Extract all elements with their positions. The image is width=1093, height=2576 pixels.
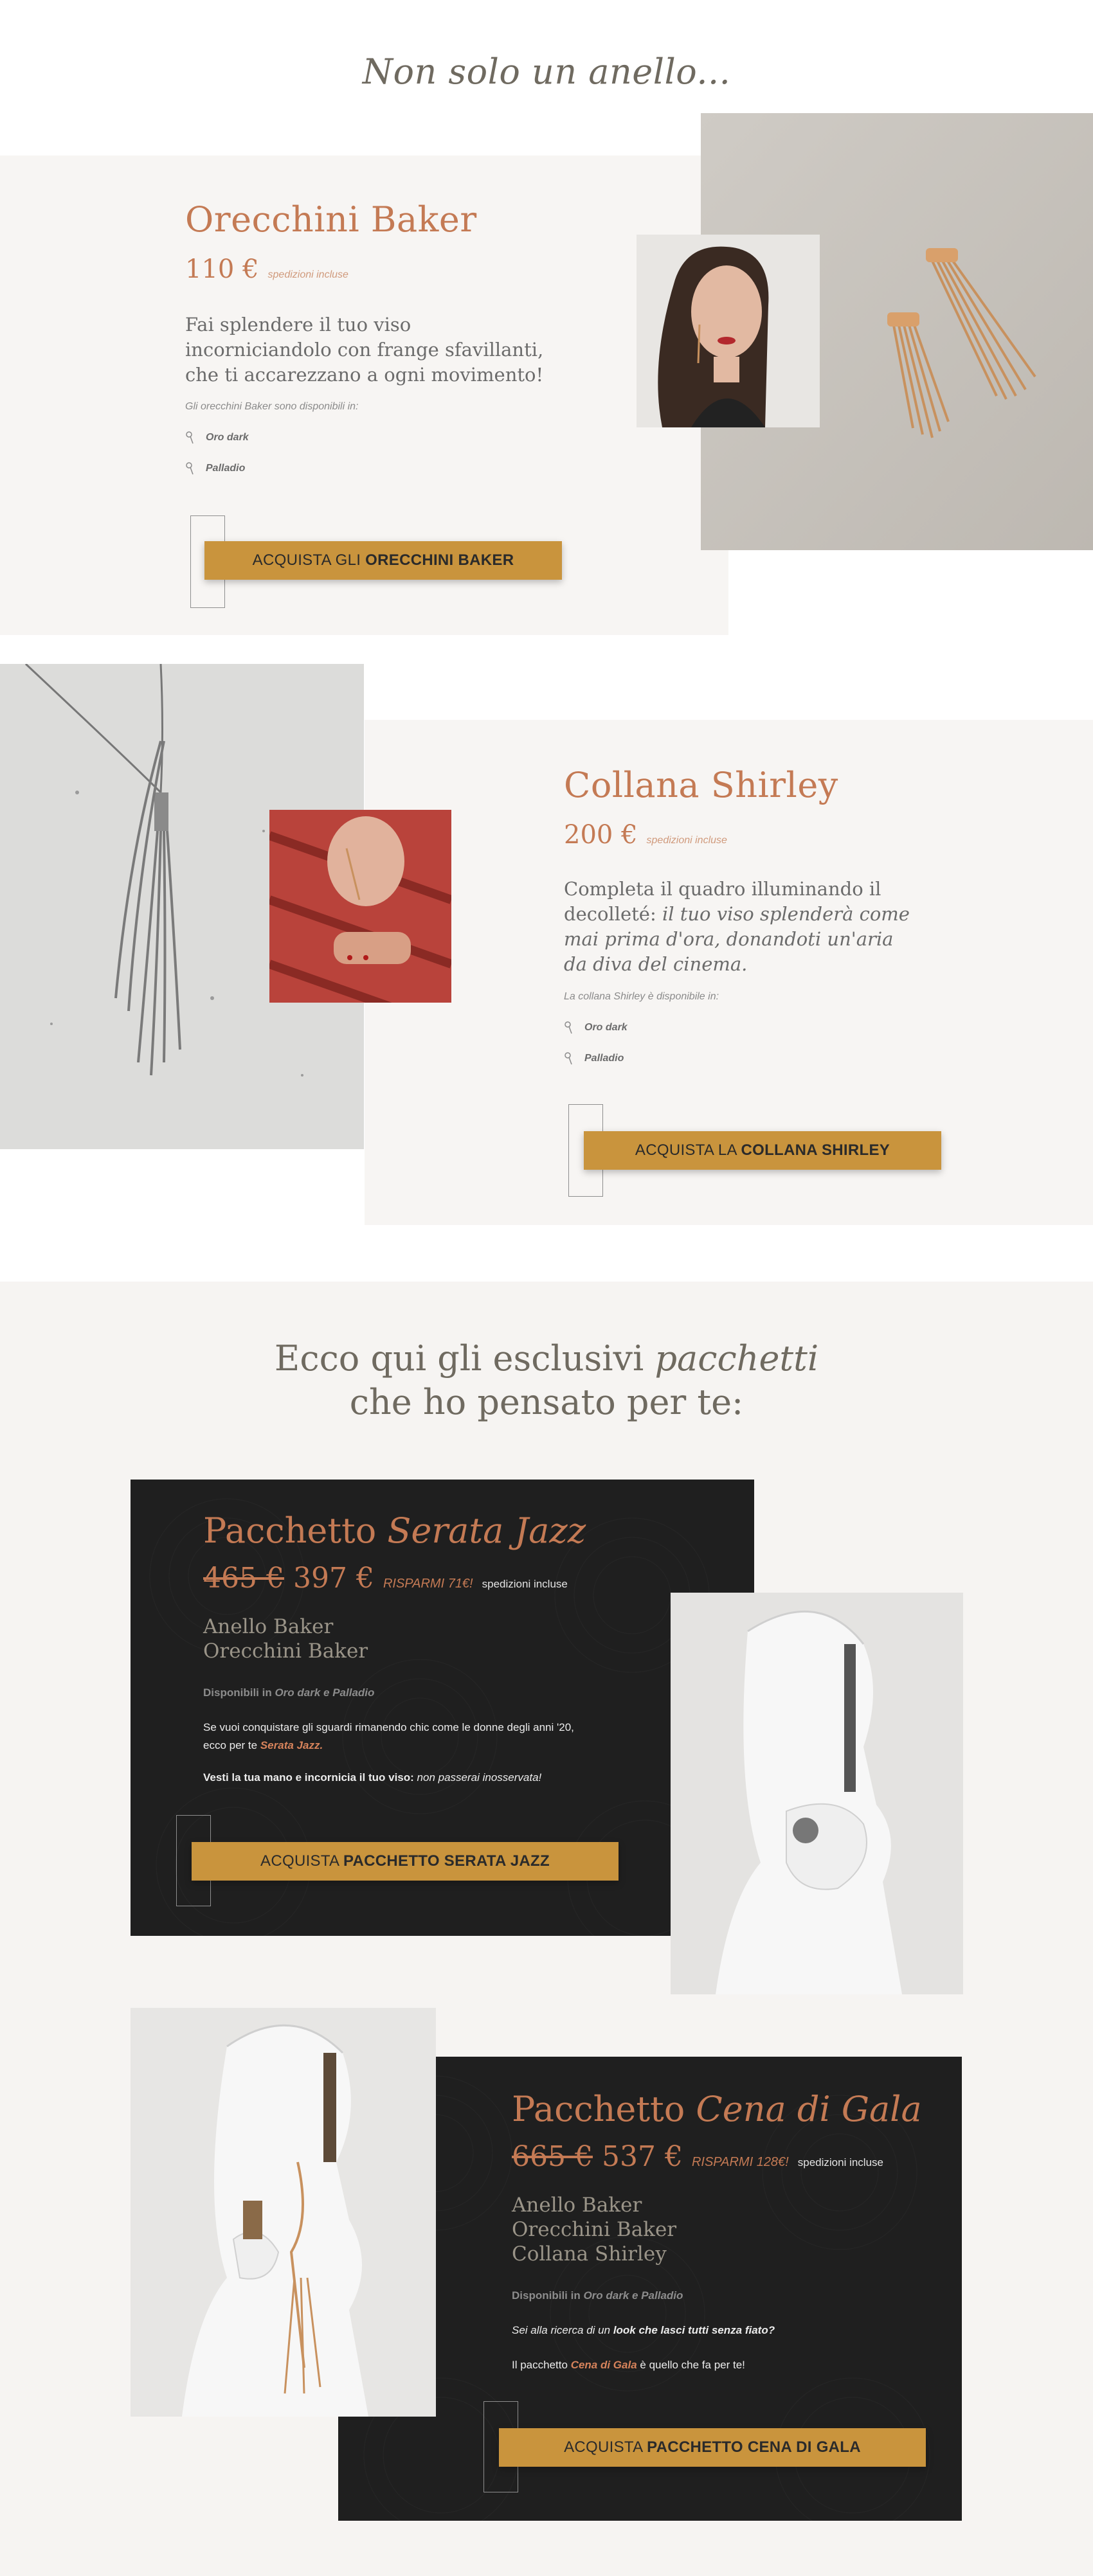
text-italic: Sei alla ricerca di un (512, 2324, 611, 2336)
button-bold: COLLANA SHIRLEY (741, 1141, 890, 1159)
jazz-text-1: Se vuoi conquistare gli sguardi rimanend… (203, 1719, 583, 1755)
necklace-price-row: 200 € spedizioni incluse (564, 820, 727, 850)
buy-earrings-button[interactable]: ACQUISTA GLI ORECCHINI BAKER (204, 541, 562, 580)
title-plain: Pacchetto (203, 1510, 377, 1551)
button-prefix: ACQUISTA GLI (252, 551, 361, 569)
variant-label: Palladio (206, 463, 246, 474)
variant-label: Oro dark (584, 1022, 628, 1033)
earrings-title: Orecchini Baker (185, 199, 477, 240)
text-bold: Vesti la tua mano e incornicia il tuo vi… (203, 1771, 414, 1784)
title-italic: Cena di Gala (696, 2089, 922, 2129)
avail-italic: Oro dark e Palladio (583, 2289, 683, 2302)
earrings-variant-palladio: Palladio (185, 461, 245, 476)
package-item: Anello Baker (203, 1615, 334, 1638)
title-plain: Pacchetto (512, 2089, 685, 2129)
jazz-shipping: spedizioni incluse (482, 1578, 568, 1590)
button-bold: ORECCHINI BAKER (365, 551, 514, 569)
hero-title: Non solo un anello... (362, 51, 731, 92)
button-prefix: ACQUISTA (564, 2438, 643, 2456)
gala-text-1: Sei alla ricerca di un look che lasci tu… (512, 2321, 910, 2339)
earrings-description: Fai splendere il tuo viso incorniciandol… (185, 314, 544, 386)
package-item: Collana Shirley (512, 2242, 667, 2266)
necklace-model-photo (269, 810, 451, 1003)
jazz-availability: Disponibili in Oro dark e Palladio (203, 1686, 374, 1699)
ring-icon (186, 431, 194, 444)
buy-necklace-button[interactable]: ACQUISTA LA COLLANA SHIRLEY (584, 1131, 941, 1170)
jazz-items: Anello Baker Orecchini Baker (203, 1614, 368, 1663)
gala-old-price: 665 € (512, 2140, 593, 2173)
button-bold: PACCHETTO SERATA JAZZ (343, 1852, 550, 1870)
gala-shipping: spedizioni incluse (797, 2156, 883, 2169)
variant-label: Palladio (584, 1053, 624, 1064)
button-bold: PACCHETTO CENA DI GALA (647, 2438, 861, 2456)
gala-new-price: 537 € (601, 2140, 683, 2173)
text-plain: Se vuoi conquistare gli sguardi rimanend… (203, 1721, 574, 1751)
gala-savings: RISPARMI 128€! (691, 2155, 789, 2169)
text-accent: Serata Jazz. (260, 1739, 323, 1751)
avail-italic: Oro dark e Palladio (275, 1686, 375, 1699)
package-item: Anello Baker (512, 2194, 642, 2217)
necklace-shipping-note: spedizioni incluse (646, 835, 727, 846)
necklace-variant-palladio: Palladio (564, 1051, 624, 1066)
necklace-description: Completa il quadro illuminando il decoll… (564, 877, 911, 977)
title-italic: Serata Jazz (387, 1510, 586, 1551)
avail-prefix: Disponibili in (203, 1686, 272, 1699)
text-italic: non passerai inosservata! (417, 1771, 542, 1784)
button-prefix: ACQUISTA LA (635, 1141, 737, 1159)
ring-icon (565, 1021, 572, 1034)
text-bold: look che lasci tutti senza fiato? (613, 2324, 775, 2336)
earrings-model-photo (637, 235, 820, 427)
gala-price-row: 665 € 537 € RISPARMI 128€! spedizioni in… (512, 2140, 883, 2173)
gala-package-title: Pacchetto Cena di Gala (512, 2089, 922, 2129)
earrings-shipping-note: spedizioni incluse (267, 269, 348, 280)
necklace-price: 200 € (564, 820, 638, 850)
jazz-package-photo (671, 1593, 963, 1994)
heading-italic: pacchetti (655, 1338, 819, 1379)
buy-gala-package-button[interactable]: ACQUISTA PACCHETTO CENA DI GALA (499, 2428, 926, 2467)
jazz-old-price: 465 € (203, 1562, 284, 1595)
necklace-variant-oro-dark: Oro dark (564, 1021, 628, 1035)
gala-availability: Disponibili in Oro dark e Palladio (512, 2289, 683, 2302)
jazz-text-2: Vesti la tua mano e incornicia il tuo vi… (203, 1769, 589, 1787)
jazz-savings: RISPARMI 71€! (383, 1577, 473, 1591)
text-accent: Cena di Gala (570, 2359, 637, 2371)
button-prefix: ACQUISTA (260, 1852, 339, 1870)
earrings-price-row: 110 € spedizioni incluse (185, 255, 348, 284)
package-item: Orecchini Baker (203, 1640, 368, 1663)
package-item: Orecchini Baker (512, 2218, 677, 2241)
earrings-variant-oro-dark: Oro dark (185, 431, 249, 445)
gala-items: Anello Baker Orecchini Baker Collana Shi… (512, 2193, 676, 2266)
ring-icon (186, 462, 194, 475)
text-suffix: è quello che fa per te! (640, 2359, 745, 2371)
necklace-title: Collana Shirley (564, 765, 838, 805)
gala-text-2: Il pacchetto Cena di Gala è quello che f… (512, 2356, 910, 2374)
packages-heading-line2: che ho pensato per te: (349, 1382, 744, 1422)
ring-icon (565, 1052, 572, 1065)
buy-jazz-package-button[interactable]: ACQUISTA PACCHETTO SERATA JAZZ (192, 1842, 619, 1881)
packages-heading-line1: Ecco qui gli esclusivi pacchetti (0, 1337, 1093, 1381)
necklace-availability-label: La collana Shirley è disponibile in: (564, 991, 719, 1002)
avail-prefix: Disponibili in (512, 2289, 581, 2302)
text-prefix: Il pacchetto (512, 2359, 568, 2371)
packages-heading: Ecco qui gli esclusivi pacchetti che ho … (0, 1337, 1093, 1424)
variant-label: Oro dark (206, 432, 249, 443)
heading-plain: Ecco qui gli esclusivi (274, 1338, 644, 1379)
jazz-price-row: 465 € 397 € RISPARMI 71€! spedizioni inc… (203, 1562, 568, 1595)
earrings-price: 110 € (185, 255, 259, 284)
jazz-package-title: Pacchetto Serata Jazz (203, 1510, 586, 1551)
jazz-new-price: 397 € (293, 1562, 374, 1595)
earrings-availability-label: Gli orecchini Baker sono disponibili in: (185, 401, 359, 412)
gala-package-photo (131, 2008, 436, 2417)
